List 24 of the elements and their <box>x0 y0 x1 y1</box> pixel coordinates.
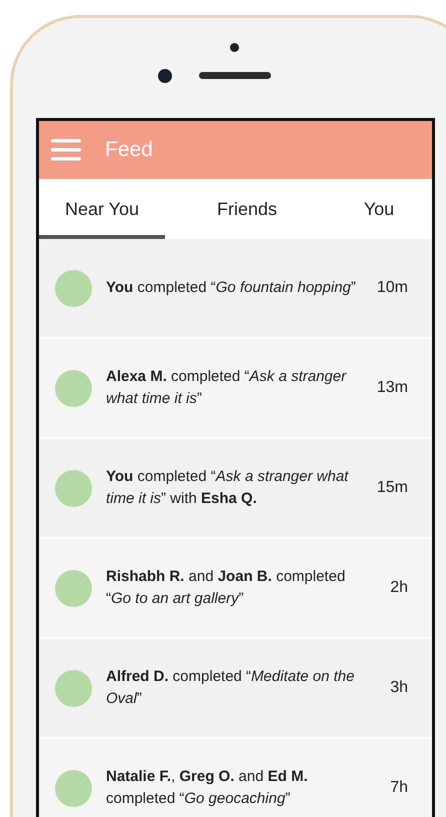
feed-item[interactable]: Alexa M. completed “Ask a stranger what time it is” 13m <box>39 339 432 439</box>
time-ago: 10m <box>376 278 408 298</box>
menu-icon[interactable] <box>51 139 81 161</box>
camera-lens <box>158 69 172 83</box>
feed-item[interactable]: Natalie F., Greg O. and Ed M. completed “Go geocaching” 7h <box>39 739 432 817</box>
activity-text: Alfred D. completed “Meditate on the Oval” <box>106 667 356 709</box>
time-ago: 15m <box>376 478 408 498</box>
time-ago: 13m <box>376 378 408 398</box>
activity-text: Rishabh R. and Joan B. completed “Go to an art gallery” <box>106 567 346 609</box>
activity-text: Natalie F., Greg O. and Ed M. completed “Go geocaching” <box>106 767 309 809</box>
feed-item[interactable]: Rishabh R. and Joan B. completed “Go to an art gallery” 2h <box>39 539 432 639</box>
feed-item[interactable]: You completed “Ask a stranger what time it is” with Esha Q. 15m <box>39 439 432 539</box>
time-ago: 7h <box>390 778 408 798</box>
header-title: Feed <box>105 137 153 164</box>
speaker-grille <box>199 72 271 79</box>
tab[interactable]: You <box>329 179 429 239</box>
feed-item[interactable]: Alfred D. completed “Meditate on the Oval” 3h <box>39 639 432 739</box>
time-ago: 3h <box>390 678 408 698</box>
activity-text: Alexa M. completed “Ask a stranger what time it is” <box>106 367 348 409</box>
activity-text: You completed “Go fountain hopping” <box>106 278 357 298</box>
tab[interactable]: Friends <box>165 179 329 239</box>
feed-item[interactable]: You completed “Go fountain hopping” 10m <box>39 239 432 339</box>
activity-text: You completed “Ask a stranger what time it is” with Esha Q. <box>106 467 350 509</box>
time-ago: 2h <box>390 578 408 598</box>
